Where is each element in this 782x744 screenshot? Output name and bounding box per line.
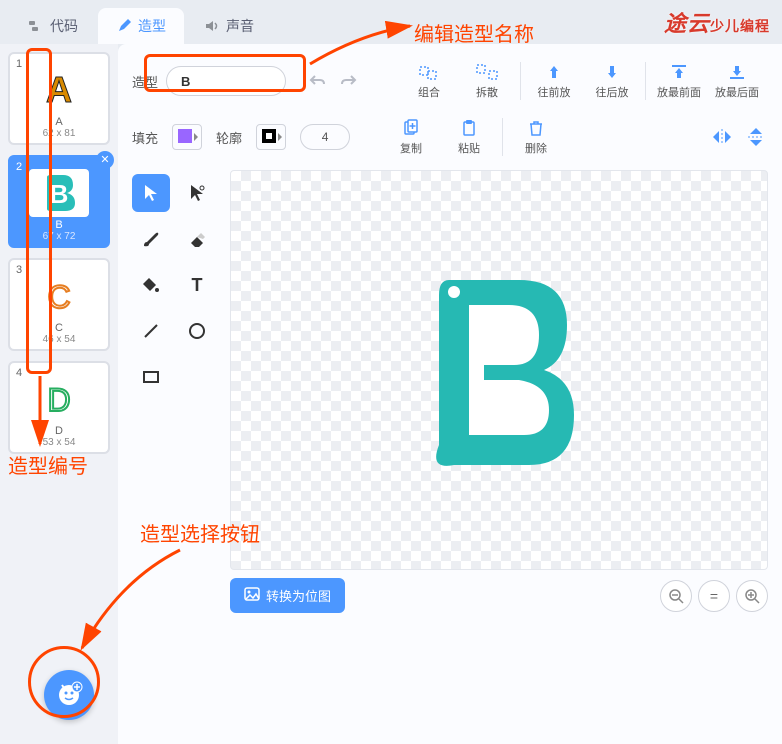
costume-list: 1 A A 62 x 81 2 ✕ B B 67 x 72 3 C C 46 x…: [0, 44, 118, 744]
svg-text:C: C: [47, 279, 70, 315]
ungroup-button[interactable]: 拆散: [460, 58, 514, 104]
tab-sound-label: 声音: [226, 16, 254, 36]
zoom-in-button[interactable]: [736, 580, 768, 612]
line-tool[interactable]: [132, 312, 170, 350]
canvas-sprite-b: [399, 260, 599, 480]
select-tool[interactable]: [132, 174, 170, 212]
costume-thumb-3[interactable]: 3 C C 46 x 54: [8, 258, 110, 351]
costume-thumb-1[interactable]: 1 A A 62 x 81: [8, 52, 110, 145]
flip-vertical-button[interactable]: [744, 125, 768, 149]
forward-button[interactable]: 往前放: [527, 58, 581, 104]
glyph-b-icon: B: [29, 169, 89, 217]
fill-tool[interactable]: [132, 266, 170, 304]
copy-button[interactable]: 复制: [384, 114, 438, 160]
brush-tool[interactable]: [132, 220, 170, 258]
brush-icon: [116, 18, 132, 34]
paste-icon: [457, 118, 481, 138]
zoom-out-button[interactable]: [660, 580, 692, 612]
add-costume-fab[interactable]: [44, 670, 94, 720]
convert-bitmap-button[interactable]: 转换为位图: [230, 578, 345, 613]
canvas[interactable]: [230, 170, 768, 570]
backward-button[interactable]: 往后放: [585, 58, 639, 104]
front-icon: [667, 62, 691, 82]
fill-swatch[interactable]: [172, 124, 202, 150]
tool-palette: T: [132, 170, 216, 730]
svg-text:T: T: [192, 275, 203, 295]
tab-code[interactable]: 代码: [10, 8, 96, 44]
copy-icon: [399, 118, 423, 138]
trash-icon: [524, 118, 548, 138]
stroke-swatch[interactable]: [256, 124, 286, 150]
annotation-edit-name: 编辑造型名称: [414, 18, 534, 47]
tab-sound[interactable]: 声音: [186, 8, 272, 44]
backward-icon: [600, 62, 624, 82]
fill-label: 填充: [132, 128, 158, 147]
circle-tool[interactable]: [178, 312, 216, 350]
tab-code-label: 代码: [50, 16, 78, 36]
costume-name-input[interactable]: [166, 66, 286, 96]
image-icon: [244, 587, 260, 604]
ungroup-icon: [475, 62, 499, 82]
close-icon[interactable]: ✕: [96, 151, 114, 169]
costume-thumb-4[interactable]: 4 D D 53 x 54: [8, 361, 110, 454]
annotation-select-button: 造型选择按钮: [140, 518, 260, 547]
svg-text:B: B: [50, 179, 69, 209]
flip-horizontal-button[interactable]: [710, 125, 734, 149]
back-button[interactable]: 放最后面: [710, 58, 764, 104]
rect-tool[interactable]: [132, 358, 170, 396]
costume-name-label: 造型: [132, 72, 158, 91]
costume-thumb-2[interactable]: 2 ✕ B B 67 x 72: [8, 155, 110, 248]
tab-costume-label: 造型: [138, 16, 166, 36]
undo-button[interactable]: [304, 68, 330, 94]
back-icon: [725, 62, 749, 82]
eraser-tool[interactable]: [178, 220, 216, 258]
code-icon: [28, 18, 44, 34]
stroke-width-input[interactable]: 4: [300, 124, 350, 150]
glyph-c-icon: C: [29, 272, 89, 320]
svg-text:A: A: [46, 69, 72, 110]
stroke-label: 轮廓: [216, 128, 242, 147]
zoom-reset-button[interactable]: =: [698, 580, 730, 612]
watermark: 途云少儿编程: [664, 6, 770, 38]
tab-costume[interactable]: 造型: [98, 8, 184, 44]
annotation-costume-number: 造型编号: [8, 450, 88, 479]
forward-icon: [542, 62, 566, 82]
group-button[interactable]: 组合: [402, 58, 456, 104]
glyph-a-icon: A: [29, 66, 89, 114]
sound-icon: [204, 18, 220, 34]
delete-button[interactable]: 删除: [509, 114, 563, 160]
paste-button[interactable]: 粘贴: [442, 114, 496, 160]
redo-button[interactable]: [336, 68, 362, 94]
glyph-d-icon: D: [29, 375, 89, 423]
reshape-tool[interactable]: [178, 174, 216, 212]
svg-text:D: D: [47, 382, 70, 418]
text-tool[interactable]: T: [178, 266, 216, 304]
costume-editor: 造型 组合 拆散 往前放: [118, 44, 782, 744]
front-button[interactable]: 放最前面: [652, 58, 706, 104]
group-icon: [417, 62, 441, 82]
